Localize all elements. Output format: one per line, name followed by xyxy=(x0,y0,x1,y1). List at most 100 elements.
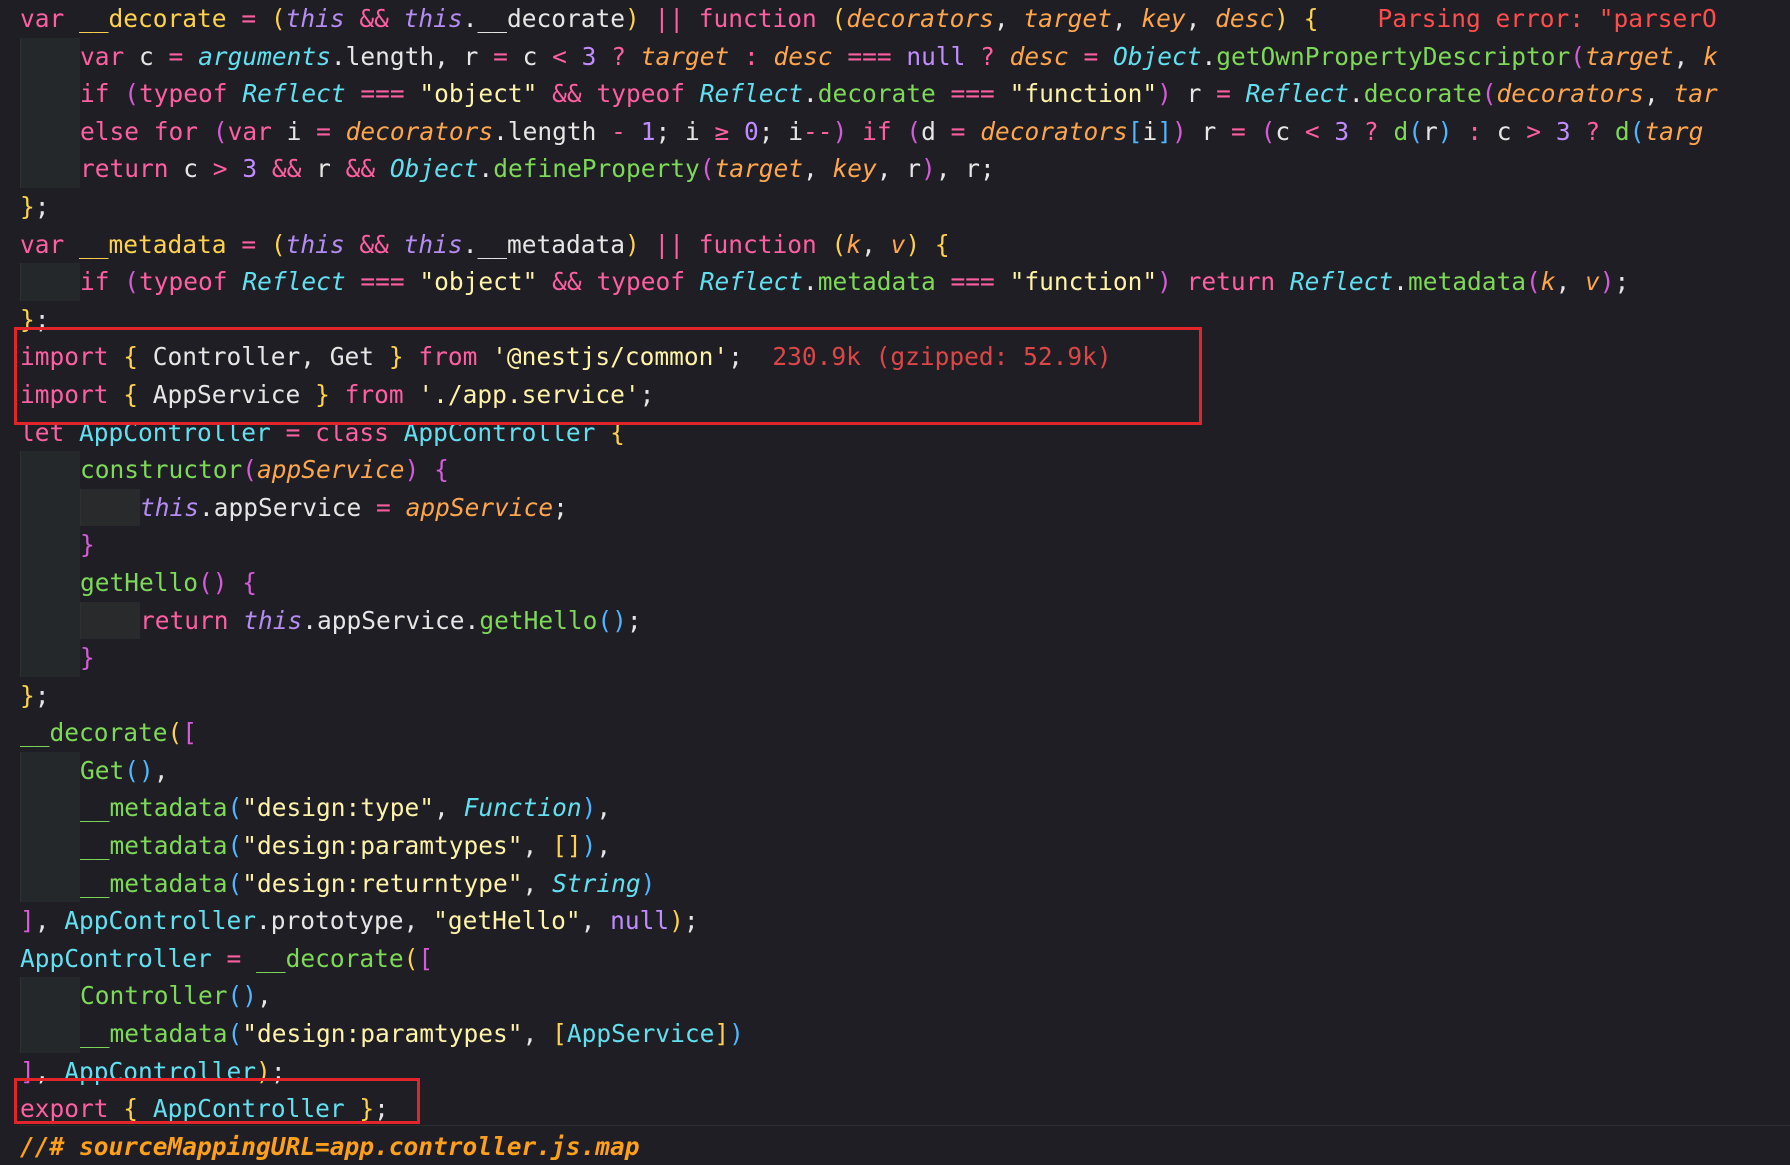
code-line[interactable]: this.appService = appService; xyxy=(0,488,1790,527)
code-token: c xyxy=(124,41,169,71)
code-token: ≥ xyxy=(714,116,730,146)
code-token: , xyxy=(34,1056,65,1086)
code-token: .prototype, xyxy=(256,906,434,936)
code-line[interactable]: else for (var i = decorators.length - 1;… xyxy=(0,112,1790,151)
code-token: .appService. xyxy=(302,605,480,635)
code-token: . xyxy=(1201,41,1217,71)
code-token: ( xyxy=(1408,116,1423,146)
code-line[interactable]: if (typeof Reflect === "object" && typeo… xyxy=(0,263,1790,301)
code-line[interactable]: export { AppController }; xyxy=(0,1090,1790,1128)
code-token: ( xyxy=(124,79,140,109)
code-token: return xyxy=(80,154,169,184)
code-line[interactable]: ], AppController); xyxy=(0,1053,1790,1091)
code-token: , xyxy=(802,154,833,184)
code-token: } xyxy=(20,304,35,334)
code-line[interactable]: __metadata("design:paramtypes", [AppServ… xyxy=(0,1015,1790,1053)
code-line[interactable]: __metadata("design:type", Function), xyxy=(0,789,1790,828)
code-token: : xyxy=(744,41,759,71)
code-token: String xyxy=(552,868,641,898)
code-token: || xyxy=(654,4,684,33)
code-line[interactable]: }; xyxy=(0,301,1790,339)
code-token: } xyxy=(388,342,404,372)
code-token: [] xyxy=(552,831,582,861)
code-editor[interactable]: var __decorate = (this && this.__decorat… xyxy=(0,0,1790,1162)
code-token: function xyxy=(698,229,817,259)
code-token: i xyxy=(1142,116,1158,146)
code-line[interactable]: } xyxy=(0,526,1790,564)
code-token: i xyxy=(271,116,317,146)
indent-guide xyxy=(20,639,80,677)
code-line[interactable]: if (typeof Reflect === "object" && typeo… xyxy=(0,75,1790,113)
code-token: ( xyxy=(227,831,243,861)
code-token: r xyxy=(1186,116,1232,146)
code-token: c xyxy=(1275,116,1305,146)
code-token: d xyxy=(1393,116,1409,146)
code-token: null xyxy=(610,906,670,936)
code-line[interactable]: var c = arguments.length, r = c < 3 ? ta… xyxy=(0,37,1790,76)
code-line[interactable]: Controller(), xyxy=(0,977,1790,1016)
code-line[interactable]: Get(), xyxy=(0,751,1790,790)
code-line[interactable]: return this.appService.getHello(); xyxy=(0,601,1790,640)
code-line[interactable]: constructor(appService) { xyxy=(0,451,1790,489)
code-token: AppController xyxy=(64,1056,257,1086)
code-line[interactable]: ], AppController.prototype, "getHello", … xyxy=(0,902,1790,940)
code-line[interactable]: import { AppService } from './app.servic… xyxy=(0,376,1790,414)
code-token: Get xyxy=(80,755,125,785)
code-line[interactable]: } xyxy=(0,639,1790,677)
code-token: "getHello" xyxy=(433,906,581,936)
code-line[interactable]: return c > 3 && r && Object.defineProper… xyxy=(0,150,1790,188)
code-line[interactable]: var __metadata = (this && this.__metadat… xyxy=(0,226,1790,264)
code-line[interactable]: getHello() { xyxy=(0,563,1790,602)
code-line[interactable]: __decorate([ xyxy=(0,714,1790,752)
code-token: < xyxy=(1304,116,1320,146)
code-token: key xyxy=(1141,4,1186,33)
code-line[interactable]: __metadata("design:returntype", String) xyxy=(0,864,1790,903)
code-line[interactable]: import { Controller, Get } from '@nestjs… xyxy=(0,338,1790,376)
code-token: = xyxy=(1083,41,1099,71)
code-token: this xyxy=(403,229,463,259)
code-token: .__decorate xyxy=(462,4,625,33)
code-token: ( xyxy=(242,455,258,485)
code-token: constructor xyxy=(80,455,243,485)
code-token: 3 xyxy=(242,154,258,184)
code-line[interactable]: let AppController = class AppController … xyxy=(0,414,1790,452)
code-token: { xyxy=(123,379,139,409)
code-line[interactable]: //# sourceMappingURL=app.controller.js.m… xyxy=(0,1128,1790,1165)
code-line[interactable]: }; xyxy=(0,677,1790,715)
code-token: ( xyxy=(212,116,228,146)
code-token: target xyxy=(714,154,803,184)
code-token: ) xyxy=(1274,4,1289,33)
code-token: } xyxy=(20,680,35,710)
code-token: ; xyxy=(270,1056,286,1086)
code-line[interactable]: AppController = __decorate([ xyxy=(0,940,1790,978)
code-line[interactable]: var __decorate = (this && this.__decorat… xyxy=(0,0,1790,38)
code-token: = xyxy=(168,41,184,71)
code-token: var xyxy=(227,116,272,146)
code-token: else xyxy=(80,116,140,146)
code-token: ; xyxy=(34,304,50,334)
code-token: , xyxy=(522,831,553,861)
code-token: , xyxy=(522,1019,553,1049)
indent-guide xyxy=(20,1015,80,1053)
code-line[interactable]: __metadata("design:paramtypes", []), xyxy=(0,827,1790,865)
code-token: d xyxy=(1614,116,1630,146)
code-line[interactable]: }; xyxy=(0,188,1790,226)
code-token: [ xyxy=(552,1019,567,1049)
code-token: __decorate xyxy=(79,4,227,33)
